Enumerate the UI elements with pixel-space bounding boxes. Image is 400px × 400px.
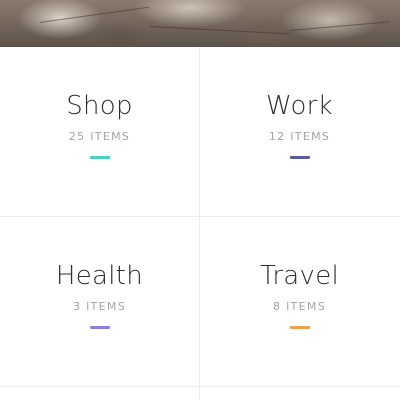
category-accent-bar (89, 156, 110, 159)
grid-divider-horizontal (0, 386, 400, 387)
category-tile-work[interactable]: Work 12 ITEMS (200, 47, 399, 216)
category-accent-bar (89, 326, 110, 329)
category-title: Health (55, 261, 144, 291)
category-accent-bar (289, 326, 310, 329)
category-accent-bar (289, 156, 310, 159)
leaf-vein (289, 21, 390, 31)
category-item-count: 3 ITEMS (73, 300, 126, 313)
category-tile-shop[interactable]: Shop 25 ITEMS (0, 47, 199, 216)
category-tile-travel[interactable]: Travel 8 ITEMS (200, 217, 399, 386)
category-item-count: 25 ITEMS (68, 130, 131, 143)
leaf-vein (39, 6, 149, 23)
category-item-count: 8 ITEMS (273, 300, 326, 313)
category-tile-health[interactable]: Health 3 ITEMS (0, 217, 199, 386)
category-title: Travel (259, 261, 340, 291)
category-title: Shop (66, 91, 133, 121)
category-title: Work (265, 91, 334, 121)
category-screen: Shop 25 ITEMS Work 12 ITEMS Health 3 ITE… (0, 0, 400, 400)
category-item-count: 12 ITEMS (268, 130, 331, 143)
header-image (0, 0, 400, 47)
leaf-vein (149, 26, 290, 35)
